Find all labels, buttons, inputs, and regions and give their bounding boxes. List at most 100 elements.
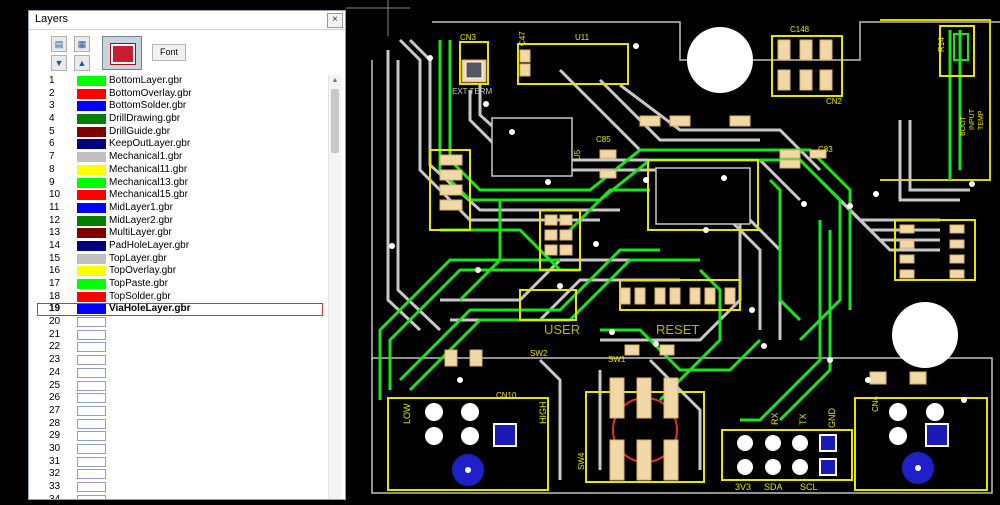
layer-color-swatch[interactable] <box>77 443 106 454</box>
layer-number: 25 <box>49 379 61 391</box>
layer-color-swatch[interactable] <box>77 469 106 480</box>
layer-number: 9 <box>49 176 55 188</box>
layer-row[interactable]: 34 <box>37 494 323 499</box>
layer-color-swatch[interactable] <box>77 317 106 328</box>
layer-row[interactable]: 14 PadHoleLayer.gbr <box>37 240 323 253</box>
layer-number: 3 <box>49 100 55 112</box>
layer-color-swatch[interactable] <box>77 456 106 467</box>
layer-number: 27 <box>49 404 61 416</box>
layer-color-swatch[interactable] <box>77 367 106 378</box>
label-c83: C83 <box>818 145 833 154</box>
layer-row[interactable]: 20 <box>37 316 323 329</box>
move-down-icon[interactable]: ▼ <box>51 55 67 71</box>
layer-color-swatch[interactable] <box>77 431 106 442</box>
layer-number: 2 <box>49 87 55 99</box>
layer-color-swatch[interactable] <box>77 202 106 213</box>
layer-number: 5 <box>49 125 55 137</box>
layer-view-icon[interactable]: ▤ <box>51 36 67 52</box>
label-temp: TEMP <box>978 110 985 130</box>
layer-row[interactable]: 26 <box>37 392 323 405</box>
layer-number: 13 <box>49 227 61 239</box>
layers-panel: Layers × ▤ ▦ ▼ ▲ Font 1 BottomLayer.gbr 2 B… <box>28 10 346 500</box>
layer-row[interactable]: 7 Mechanical1.gbr <box>37 151 323 164</box>
layer-name: PadHoleLayer.gbr <box>109 239 190 251</box>
layer-row[interactable]: 23 <box>37 354 323 367</box>
layer-row[interactable]: 4 DrillDrawing.gbr <box>37 113 323 126</box>
layer-color-preview[interactable] <box>102 36 142 70</box>
layer-color-swatch[interactable] <box>77 190 106 201</box>
layer-color-swatch[interactable] <box>77 355 106 366</box>
layer-color-swatch[interactable] <box>77 291 106 302</box>
layer-color-swatch[interactable] <box>77 253 106 264</box>
label-user: USER <box>544 322 580 337</box>
layer-color-swatch[interactable] <box>77 279 106 289</box>
layer-color-swatch[interactable] <box>77 126 106 137</box>
layer-color-swatch[interactable] <box>77 482 106 492</box>
layer-color-swatch[interactable] <box>77 266 106 277</box>
layer-row[interactable]: 6 KeepOutLayer.gbr <box>37 138 323 151</box>
layer-row[interactable]: 33 <box>37 481 323 494</box>
layer-row[interactable]: 13 MultiLayer.gbr <box>37 227 323 240</box>
layer-row[interactable]: 10 Mechanical15.gbr <box>37 189 323 202</box>
layer-row[interactable]: 11 MidLayer1.gbr <box>37 202 323 215</box>
layer-name: DrillGuide.gbr <box>109 125 171 137</box>
layer-color-swatch[interactable] <box>77 88 106 99</box>
label-c85: C85 <box>596 135 611 144</box>
layer-row[interactable]: 18 TopSolder.gbr <box>37 291 323 304</box>
layer-row[interactable]: 1 BottomLayer.gbr <box>37 75 323 88</box>
layer-row[interactable]: 15 TopLayer.gbr <box>37 253 323 266</box>
layer-color-swatch[interactable] <box>77 76 106 86</box>
layer-grid-icon[interactable]: ▦ <box>74 36 90 52</box>
layer-color-swatch[interactable] <box>77 139 106 150</box>
layer-row[interactable]: 12 MidLayer2.gbr <box>37 215 323 228</box>
layer-row[interactable]: 32 <box>37 468 323 481</box>
layer-color-swatch[interactable] <box>77 494 106 499</box>
label-input: INPUT <box>969 108 976 130</box>
layer-color-swatch[interactable] <box>77 177 106 188</box>
layer-number: 21 <box>49 328 61 340</box>
layer-row[interactable]: 28 <box>37 418 323 431</box>
layer-row[interactable]: 29 <box>37 430 323 443</box>
layer-row[interactable]: 21 <box>37 329 323 342</box>
layer-row[interactable]: 17 TopPaste.gbr <box>37 278 323 291</box>
layer-row[interactable]: 19 ViaHoleLayer.gbr <box>37 303 323 317</box>
layer-row[interactable]: 24 <box>37 367 323 380</box>
layer-color-swatch[interactable] <box>77 240 106 251</box>
close-button[interactable]: × <box>327 13 343 28</box>
layer-color-swatch[interactable] <box>77 164 106 175</box>
layer-number: 22 <box>49 341 61 353</box>
layer-color-swatch[interactable] <box>77 228 106 239</box>
layer-row[interactable]: 5 DrillGuide.gbr <box>37 126 323 139</box>
layer-color-swatch[interactable] <box>77 152 106 163</box>
layer-row[interactable]: 9 Mechanical13.gbr <box>37 177 323 190</box>
layer-name: TopPaste.gbr <box>109 278 168 289</box>
layer-color-swatch[interactable] <box>77 405 106 416</box>
layer-color-swatch[interactable] <box>77 380 106 391</box>
layer-color-swatch[interactable] <box>77 393 106 404</box>
layer-list-scrollbar[interactable]: ▲ <box>328 75 341 499</box>
pcb-canvas[interactable]: CN3 C47 U11 C148 R14 CN2 C85 C83 U5 CN10… <box>346 0 1000 500</box>
scroll-thumb[interactable] <box>331 89 339 153</box>
layer-row[interactable]: 2 BottomOverlay.gbr <box>37 88 323 101</box>
layer-name: ViaHoleLayer.gbr <box>109 303 191 315</box>
layer-row[interactable]: 3 BottomSolder.gbr <box>37 100 323 113</box>
layer-row[interactable]: 16 TopOverlay.gbr <box>37 265 323 278</box>
move-up-icon[interactable]: ▲ <box>74 55 90 71</box>
font-button[interactable]: Font <box>152 44 186 61</box>
layer-row[interactable]: 31 <box>37 456 323 469</box>
layer-name: BottomOverlay.gbr <box>109 87 192 99</box>
layer-row[interactable]: 22 <box>37 341 323 354</box>
layer-row[interactable]: 25 <box>37 380 323 393</box>
scroll-up-icon[interactable]: ▲ <box>329 75 341 87</box>
layer-row[interactable]: 8 Mechanical11.gbr <box>37 164 323 177</box>
layer-row[interactable]: 30 <box>37 443 323 456</box>
panel-titlebar[interactable]: Layers × <box>29 11 345 30</box>
layer-color-swatch[interactable] <box>77 101 106 112</box>
layer-color-swatch[interactable] <box>77 304 106 315</box>
layer-color-swatch[interactable] <box>77 215 106 226</box>
layer-color-swatch[interactable] <box>77 329 106 340</box>
layer-color-swatch[interactable] <box>77 114 106 125</box>
layer-color-swatch[interactable] <box>77 418 106 429</box>
layer-row[interactable]: 27 <box>37 405 323 418</box>
layer-color-swatch[interactable] <box>77 342 106 353</box>
